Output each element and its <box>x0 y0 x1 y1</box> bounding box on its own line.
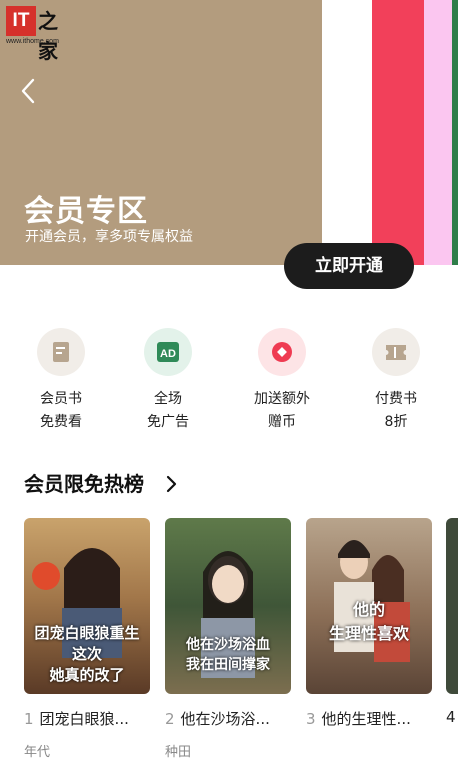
benefit-bonus-coins[interactable]: 加送额外 赠币 <box>227 323 337 434</box>
benefit-label-2: 免广告 <box>147 414 189 430</box>
chevron-right-icon[interactable] <box>164 472 180 496</box>
watermark-url: www.ithome.com <box>6 38 59 45</box>
book-cover: 他的 生理性喜欢 <box>306 518 432 694</box>
page-subtitle: 开通会员，享多项专属权益 <box>25 229 193 245</box>
book-card[interactable]: 他在沙场浴血 我在田间撑家 2 他在沙场浴... 种田 <box>165 518 291 760</box>
book-title: 团宠白眼狼... <box>39 710 129 728</box>
coin-icon <box>258 328 306 376</box>
stripe-white <box>322 0 372 265</box>
ad-icon: AD <box>144 328 192 376</box>
benefit-paid-discount[interactable]: 付费书 8折 <box>341 323 451 434</box>
book-title: 他在沙场浴... <box>180 710 270 728</box>
ticket-icon <box>372 328 420 376</box>
book-cover-text: 他在沙场浴血 我在田间撑家 <box>186 637 270 673</box>
book-icon <box>37 328 85 376</box>
benefit-label-2: 赠币 <box>268 414 296 430</box>
book-list: 团宠白眼狼重生 这次 她真的改了 1 团宠白眼狼... 年代 他在沙场浴血 我在田间撑家… <box>0 518 458 779</box>
book-rank: 4 <box>446 708 456 726</box>
hero-decor-stripes <box>322 0 458 265</box>
book-cover-text: 团宠白眼狼重生 这次 她真的改了 <box>34 624 140 684</box>
benefit-label-1: 付费书 <box>375 391 417 407</box>
page-title: 会员专区 <box>24 194 148 229</box>
book-card[interactable]: 团宠白眼狼重生 这次 她真的改了 1 团宠白眼狼... 年代 <box>24 518 150 760</box>
chevron-left-icon <box>21 78 35 104</box>
benefits-row: 会员书 免费看 AD 全场 免广告 加送额外 赠币 付费书 8折 <box>0 323 458 443</box>
benefit-label-2: 8折 <box>384 414 408 430</box>
book-rank: 2 <box>165 710 175 728</box>
book-cover: 他在沙场浴血 我在田间撑家 <box>165 518 291 694</box>
benefit-free-books[interactable]: 会员书 免费看 <box>6 323 116 434</box>
benefit-label-1: 加送额外 <box>254 391 310 407</box>
book-rank: 1 <box>24 710 34 728</box>
book-card[interactable]: 他的 生理性喜欢 3 他的生理性... <box>306 518 432 741</box>
book-title: 他的生理性... <box>321 710 411 728</box>
book-rank: 3 <box>306 710 316 728</box>
watermark-it: IT <box>6 6 36 36</box>
book-card[interactable]: 4 <box>446 518 458 726</box>
book-cover: 团宠白眼狼重生 这次 她真的改了 <box>24 518 150 694</box>
benefit-label-2: 免费看 <box>40 414 82 430</box>
watermark-brand-cn: 之家 <box>38 9 58 63</box>
benefit-no-ads[interactable]: AD 全场 免广告 <box>113 323 223 434</box>
book-genre: 年代 <box>24 745 51 760</box>
benefit-label-1: 全场 <box>154 391 182 407</box>
benefit-label-1: 会员书 <box>40 391 82 407</box>
section-title[interactable]: 会员限免热榜 <box>24 468 144 497</box>
member-hero-banner: IT 之家 www.ithome.com 会员专区 开通会员，享多项专属权益 <box>0 0 458 265</box>
book-cover-text: 他的 生理性喜欢 <box>328 600 409 643</box>
ad-icon-text: AD <box>160 348 176 360</box>
back-button[interactable] <box>14 76 44 106</box>
book-genre: 种田 <box>165 745 192 760</box>
join-membership-button[interactable]: 立即开通 <box>284 243 414 289</box>
stripe-pink <box>424 0 452 265</box>
stripe-red <box>372 0 424 265</box>
stripe-green <box>452 0 458 265</box>
ithome-watermark-logo: IT 之家 www.ithome.com <box>6 6 76 63</box>
book-cover <box>446 518 458 694</box>
